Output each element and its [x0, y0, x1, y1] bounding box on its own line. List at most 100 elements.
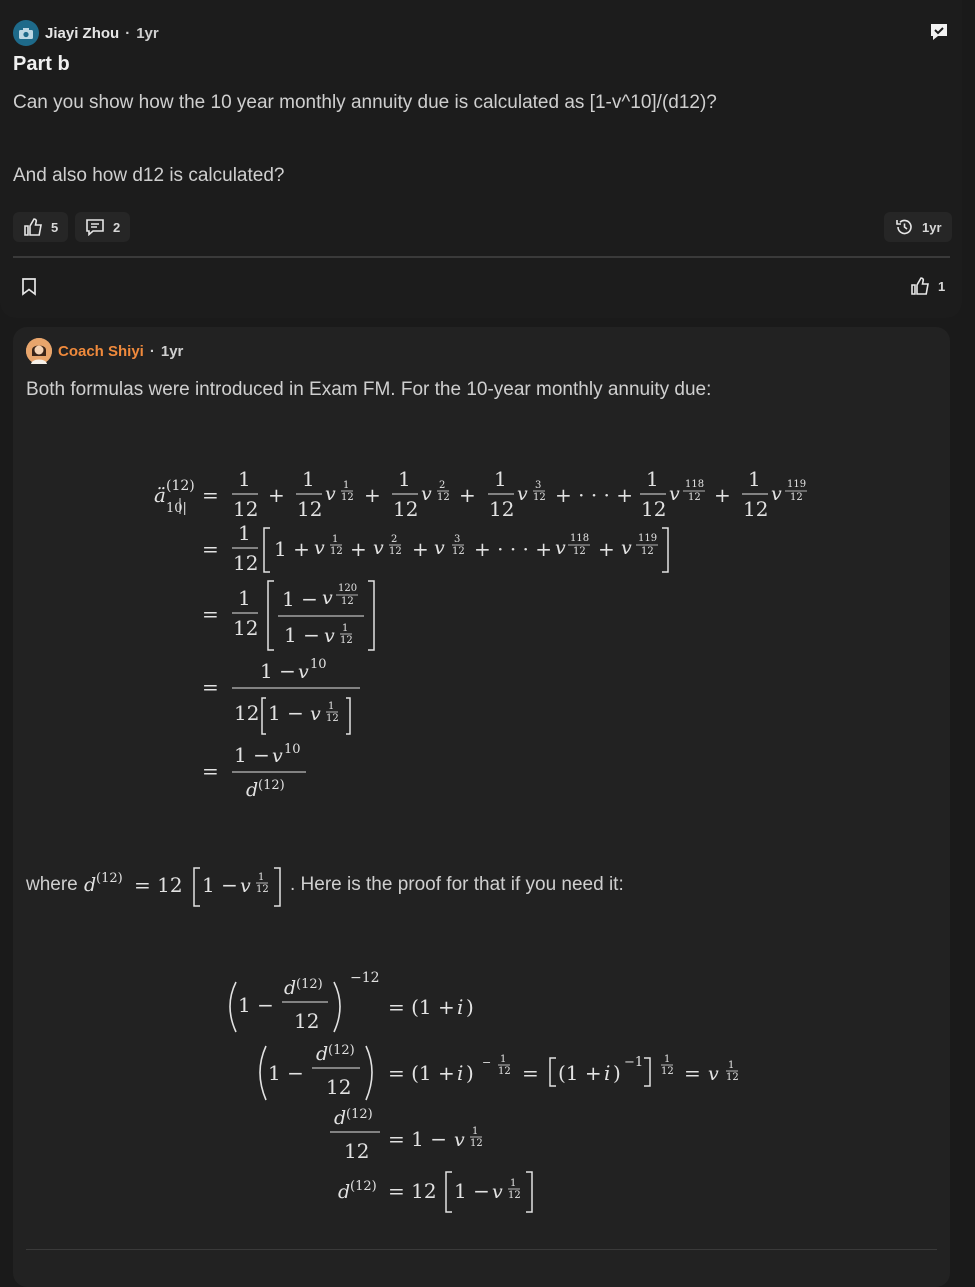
svg-text:1 −: 1 −	[234, 743, 270, 767]
svg-text:=: =	[684, 1061, 701, 1085]
svg-text:i: i	[457, 1061, 463, 1085]
svg-text:12: 12	[344, 1139, 369, 1163]
svg-text:v: v	[314, 537, 325, 559]
svg-text:1: 1	[472, 1126, 478, 1137]
check-flag-icon[interactable]	[928, 21, 950, 43]
svg-text:12: 12	[790, 492, 803, 503]
svg-text:=: =	[202, 537, 219, 561]
svg-text:12: 12	[256, 884, 269, 895]
svg-text:1: 1	[646, 467, 659, 491]
svg-text:1: 1	[728, 1060, 734, 1071]
svg-text:12: 12	[330, 546, 343, 557]
svg-text:v: v	[454, 1129, 465, 1151]
svg-text:12: 12	[389, 546, 402, 557]
camera-icon[interactable]	[13, 20, 39, 46]
svg-text:2: 2	[391, 534, 397, 545]
comment-count: 2	[113, 219, 121, 235]
d12-formula: d (12) = 12 1 − v 1 12	[84, 864, 290, 908]
svg-text:1: 1	[664, 1054, 670, 1065]
svg-text:1: 1	[342, 623, 348, 634]
svg-text:d: d	[246, 779, 258, 801]
svg-text:−: −	[482, 1056, 491, 1069]
history-time: 1yr	[922, 219, 942, 235]
svg-text:v: v	[517, 483, 528, 505]
svg-text:119: 119	[787, 479, 806, 490]
svg-text:(12): (12)	[350, 1179, 377, 1194]
svg-text:v: v	[240, 875, 251, 897]
answer-author-row: Coach Shiyi · 1yr	[26, 338, 183, 364]
svg-text:+ · · · +: + · · · +	[474, 537, 552, 561]
thumbs-up-icon	[910, 277, 930, 295]
svg-text:= 12: = 12	[134, 873, 183, 897]
question-author-name[interactable]: Jiayi Zhou	[45, 25, 119, 42]
svg-text:v: v	[555, 537, 566, 559]
question-card	[0, 0, 962, 318]
svg-text:): )	[466, 995, 474, 1019]
svg-text:1: 1	[500, 1054, 506, 1065]
upvote-button[interactable]: 5	[13, 212, 69, 242]
svg-text:12: 12	[234, 701, 259, 725]
bookmark-icon[interactable]	[20, 276, 38, 296]
answer-like-count: 1	[938, 278, 946, 294]
svg-text:1: 1	[238, 467, 251, 491]
svg-text:3: 3	[454, 534, 460, 545]
question-time: 1yr	[136, 24, 159, 42]
question-text-line1: Can you show how the 10 year monthly ann…	[13, 92, 717, 113]
svg-text:119: 119	[638, 533, 657, 544]
history-button[interactable]: 1yr	[884, 212, 952, 242]
answer-like-button[interactable]: 1	[902, 272, 953, 300]
svg-text:(1 +: (1 +	[558, 1061, 602, 1085]
svg-text:d: d	[338, 1181, 350, 1203]
svg-text:v: v	[669, 483, 680, 505]
svg-text:+: +	[598, 537, 615, 561]
svg-text:1 −: 1 −	[260, 659, 296, 683]
answer-divider	[26, 1249, 937, 1250]
svg-text:−12: −12	[350, 970, 380, 986]
svg-text:): )	[613, 1061, 621, 1085]
d12-proof: 1 − d (12) 12 −12 = (1 + i ) 1 − d (12) 12…	[220, 966, 760, 1216]
svg-text:+: +	[714, 483, 731, 507]
answer-author-name[interactable]: Coach Shiyi	[58, 343, 144, 360]
svg-text:1 −: 1 −	[284, 623, 320, 647]
svg-text:v: v	[325, 483, 336, 505]
svg-text:12: 12	[326, 713, 339, 724]
svg-text:12: 12	[341, 492, 354, 503]
svg-text:(12): (12)	[96, 871, 123, 886]
svg-text:d: d	[334, 1107, 346, 1129]
svg-text:12: 12	[341, 596, 354, 607]
svg-text:=: =	[522, 1061, 539, 1085]
svg-text:10: 10	[310, 657, 327, 672]
svg-text:v: v	[421, 483, 432, 505]
svg-text:= 1 −: = 1 −	[388, 1127, 447, 1151]
svg-text:120: 120	[338, 583, 357, 594]
svg-text:12: 12	[393, 497, 418, 521]
svg-text:12: 12	[573, 546, 586, 557]
svg-text:v: v	[298, 661, 309, 683]
svg-text:(12): (12)	[258, 778, 285, 793]
svg-text:+: +	[364, 483, 381, 507]
svg-text:v: v	[708, 1063, 719, 1085]
svg-text:12: 12	[743, 497, 768, 521]
separator-dot: ·	[125, 24, 131, 42]
svg-text:+ · · · +: + · · · +	[555, 483, 633, 507]
comments-button[interactable]: 2	[75, 212, 131, 242]
svg-text:v: v	[492, 1181, 503, 1203]
svg-text:): )	[466, 1061, 474, 1085]
coach-avatar[interactable]	[26, 338, 52, 364]
svg-text:(12): (12)	[328, 1043, 355, 1058]
svg-text:1: 1	[332, 534, 338, 545]
svg-text:12: 12	[661, 1066, 674, 1077]
svg-text:1: 1	[343, 480, 349, 491]
svg-text:1: 1	[328, 701, 334, 712]
svg-text:i: i	[457, 995, 463, 1019]
svg-text:1: 1	[238, 521, 251, 545]
svg-text:1: 1	[748, 467, 761, 491]
svg-text:12: 12	[470, 1138, 483, 1149]
comment-icon	[85, 218, 105, 236]
question-divider	[13, 256, 950, 258]
svg-text:+: +	[459, 483, 476, 507]
svg-text:=: =	[202, 675, 219, 699]
svg-text:v: v	[322, 587, 333, 609]
svg-text:1 −: 1 −	[268, 1061, 304, 1085]
svg-text:1 +: 1 +	[274, 537, 310, 561]
